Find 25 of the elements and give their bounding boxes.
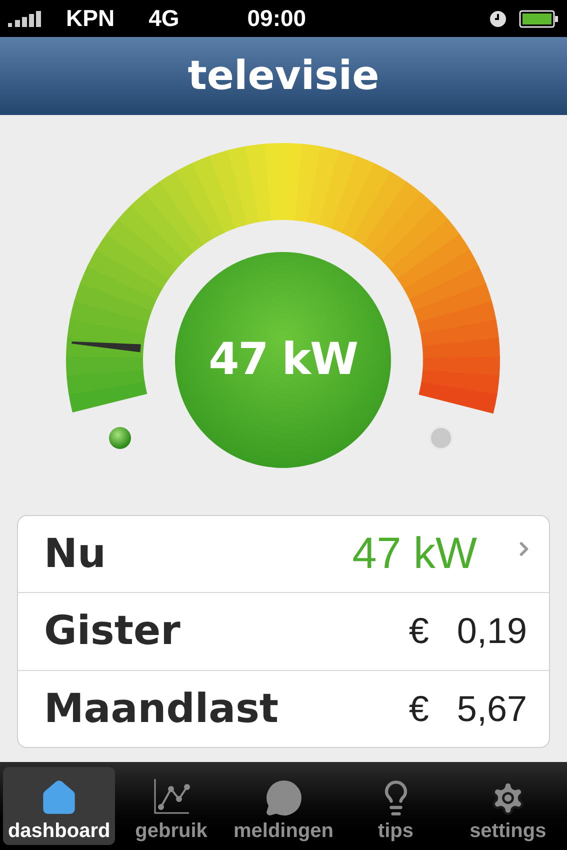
indicator-light <box>109 427 131 449</box>
row-label: Gister <box>44 607 180 656</box>
tab[interactable]: settings <box>452 767 564 845</box>
tab[interactable]: gebruik <box>115 767 228 845</box>
battery-icon <box>519 10 559 28</box>
network-type: 4G <box>148 4 180 34</box>
tab[interactable]: tips <box>340 767 452 845</box>
currency-sign: € <box>408 686 429 731</box>
cost-value: 5,67 <box>456 686 527 731</box>
cost-value: 0,19 <box>456 609 527 654</box>
carrier-name: KPN <box>66 4 115 34</box>
tab[interactable]: meldingen <box>227 767 340 845</box>
indicator-light <box>429 426 453 450</box>
speech-bubble-icon <box>264 779 302 817</box>
tab[interactable]: dashboard <box>3 767 116 845</box>
row-label: Nu <box>44 530 106 580</box>
clock-icon <box>489 10 507 28</box>
power-value: 47 kW <box>352 528 477 580</box>
row-label: Maandlast <box>44 684 279 734</box>
gauge-needle <box>72 341 141 352</box>
currency-sign: € <box>408 609 429 654</box>
status-time: 09:00 <box>247 4 306 34</box>
gauge-reading: 47 kW <box>208 333 358 387</box>
screen-title: televisie <box>188 52 380 101</box>
signal-icon <box>8 10 42 26</box>
